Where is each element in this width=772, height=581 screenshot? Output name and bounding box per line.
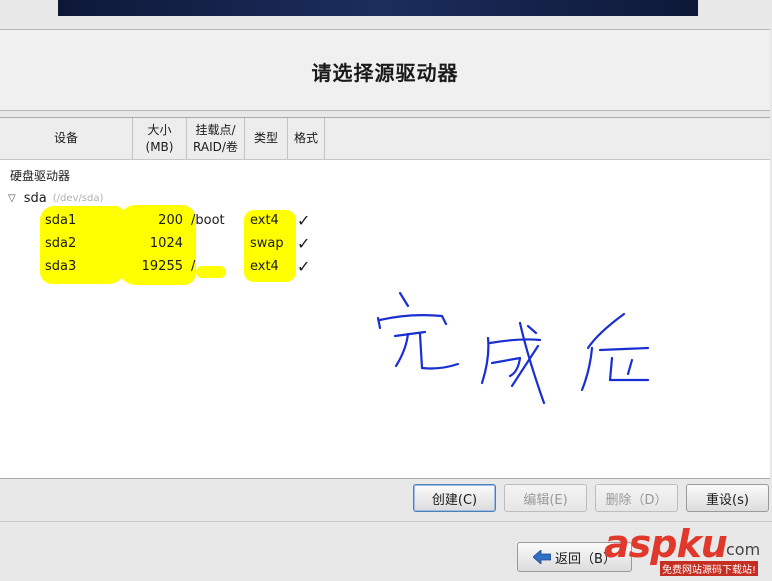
table-row[interactable]: sda1 200 /boot ext4 ✓ — [0, 211, 330, 233]
title-panel: 请选择源驱动器 — [0, 29, 770, 111]
header-format[interactable]: 格式 — [288, 118, 325, 159]
edit-button[interactable]: 编辑(E) — [504, 484, 587, 512]
disk-path: (/dev/sda) — [52, 193, 104, 204]
delete-button[interactable]: 删除（D） — [595, 484, 678, 512]
top-banner — [58, 0, 698, 16]
expander-triangle-icon[interactable]: ▽ — [8, 193, 16, 204]
table-row[interactable]: sda2 1024 swap ✓ — [0, 234, 330, 256]
table-header: 设备 大小 (MB) 挂载点/ RAID/卷 类型 格式 — [0, 118, 770, 160]
watermark-logo: aspku com 免费网站源码下载站! — [604, 522, 761, 576]
disk-name: sda — [23, 191, 47, 206]
page-title: 请选择源驱动器 — [311, 61, 459, 85]
check-icon: ✓ — [297, 257, 311, 276]
table-row[interactable]: sda3 19255 / ext4 ✓ — [0, 257, 330, 279]
header-type[interactable]: 类型 — [245, 118, 288, 159]
create-button[interactable]: 创建(C) — [413, 484, 496, 512]
tree-root-hard-drives[interactable]: 硬盘驱动器 — [10, 167, 70, 184]
reset-button[interactable]: 重设(s) — [686, 484, 769, 512]
check-icon: ✓ — [297, 234, 311, 253]
disk-row-sda[interactable]: ▽ sda (/dev/sda) — [8, 191, 103, 206]
header-size[interactable]: 大小 (MB) — [133, 118, 187, 159]
header-mount[interactable]: 挂载点/ RAID/卷 — [187, 118, 245, 159]
partition-table[interactable]: 设备 大小 (MB) 挂载点/ RAID/卷 类型 格式 硬盘驱动器 ▽ sda… — [0, 117, 770, 479]
handwritten-annotation — [376, 291, 650, 405]
header-device[interactable]: 设备 — [0, 118, 133, 159]
back-arrow-icon — [533, 550, 552, 564]
check-icon: ✓ — [297, 211, 311, 230]
